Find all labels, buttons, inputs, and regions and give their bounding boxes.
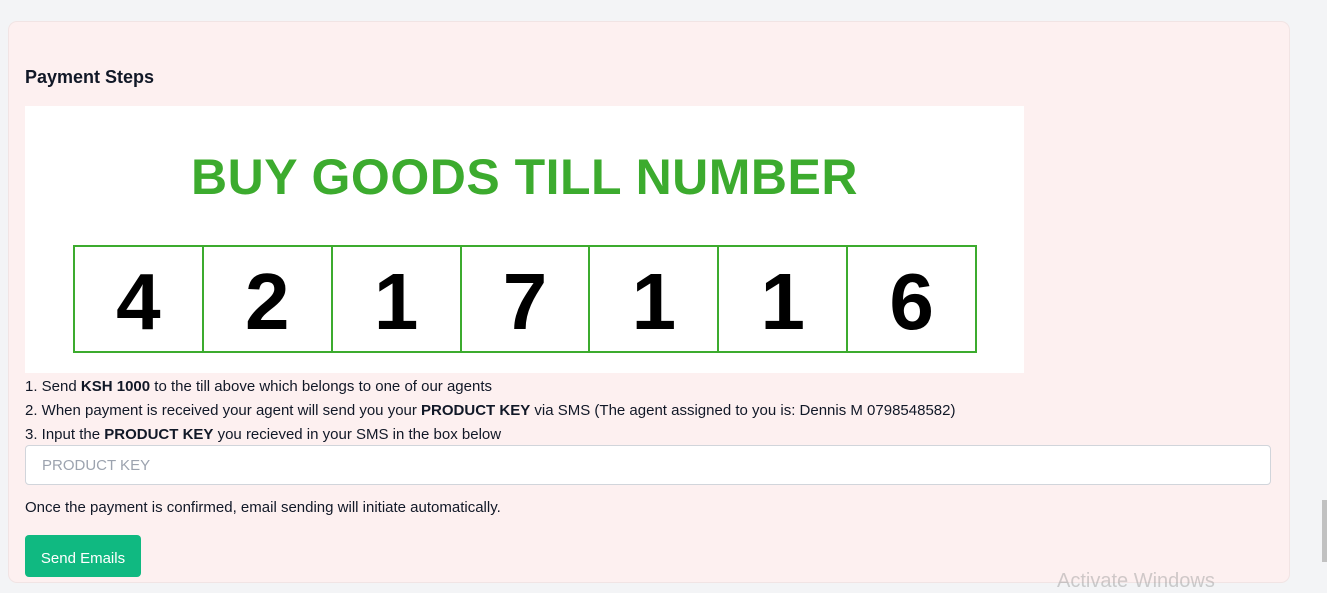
step-text: 3. Input the — [25, 426, 105, 443]
step-3: 3. Input the PRODUCT KEY you recieved in… — [25, 423, 955, 447]
step-amount: KSH 1000 — [80, 378, 151, 395]
till-number-image: BUY GOODS TILL NUMBER 4 2 1 7 1 1 6 — [25, 106, 1024, 373]
till-digit: 4 — [75, 247, 204, 351]
till-digits: 4 2 1 7 1 1 6 — [73, 245, 977, 353]
till-digit: 6 — [889, 257, 934, 346]
step-text: 1. Send — [25, 378, 81, 395]
step-text: 2. When payment is received your agent w… — [25, 402, 422, 419]
step-text: via SMS (The agent assigned to you is: D… — [530, 402, 956, 419]
page-title: Payment Steps — [25, 67, 155, 87]
till-digit: 1 — [333, 247, 462, 351]
confirmation-note: Once the payment is confirmed, email sen… — [25, 499, 501, 516]
step-text: to the till above which belongs to one o… — [150, 378, 493, 395]
step-2: 2. When payment is received your agent w… — [25, 399, 955, 423]
till-digit: 1 — [590, 247, 720, 351]
windows-watermark: Activate Windows — [1057, 570, 1215, 592]
till-heading: BUY GOODS TILL NUMBER — [190, 149, 859, 205]
payment-steps: 1. Send KSH 1000 to the till above which… — [25, 375, 955, 447]
product-key-input[interactable] — [25, 445, 1271, 485]
till-digit: 2 — [204, 247, 333, 351]
step-keyword: PRODUCT KEY — [421, 402, 531, 419]
step-text: you recieved in your SMS in the box belo… — [213, 426, 502, 443]
step-1: 1. Send KSH 1000 to the till above which… — [25, 375, 955, 399]
send-emails-button[interactable]: Send Emails — [25, 535, 141, 577]
payment-card: Payment Steps BUY GOODS TILL NUMBER 4 2 … — [9, 22, 1289, 592]
step-keyword: PRODUCT KEY — [104, 426, 214, 443]
scrollbar-thumb[interactable] — [1322, 500, 1327, 562]
till-digit: 1 — [719, 247, 849, 351]
till-digit: 7 — [462, 247, 591, 351]
